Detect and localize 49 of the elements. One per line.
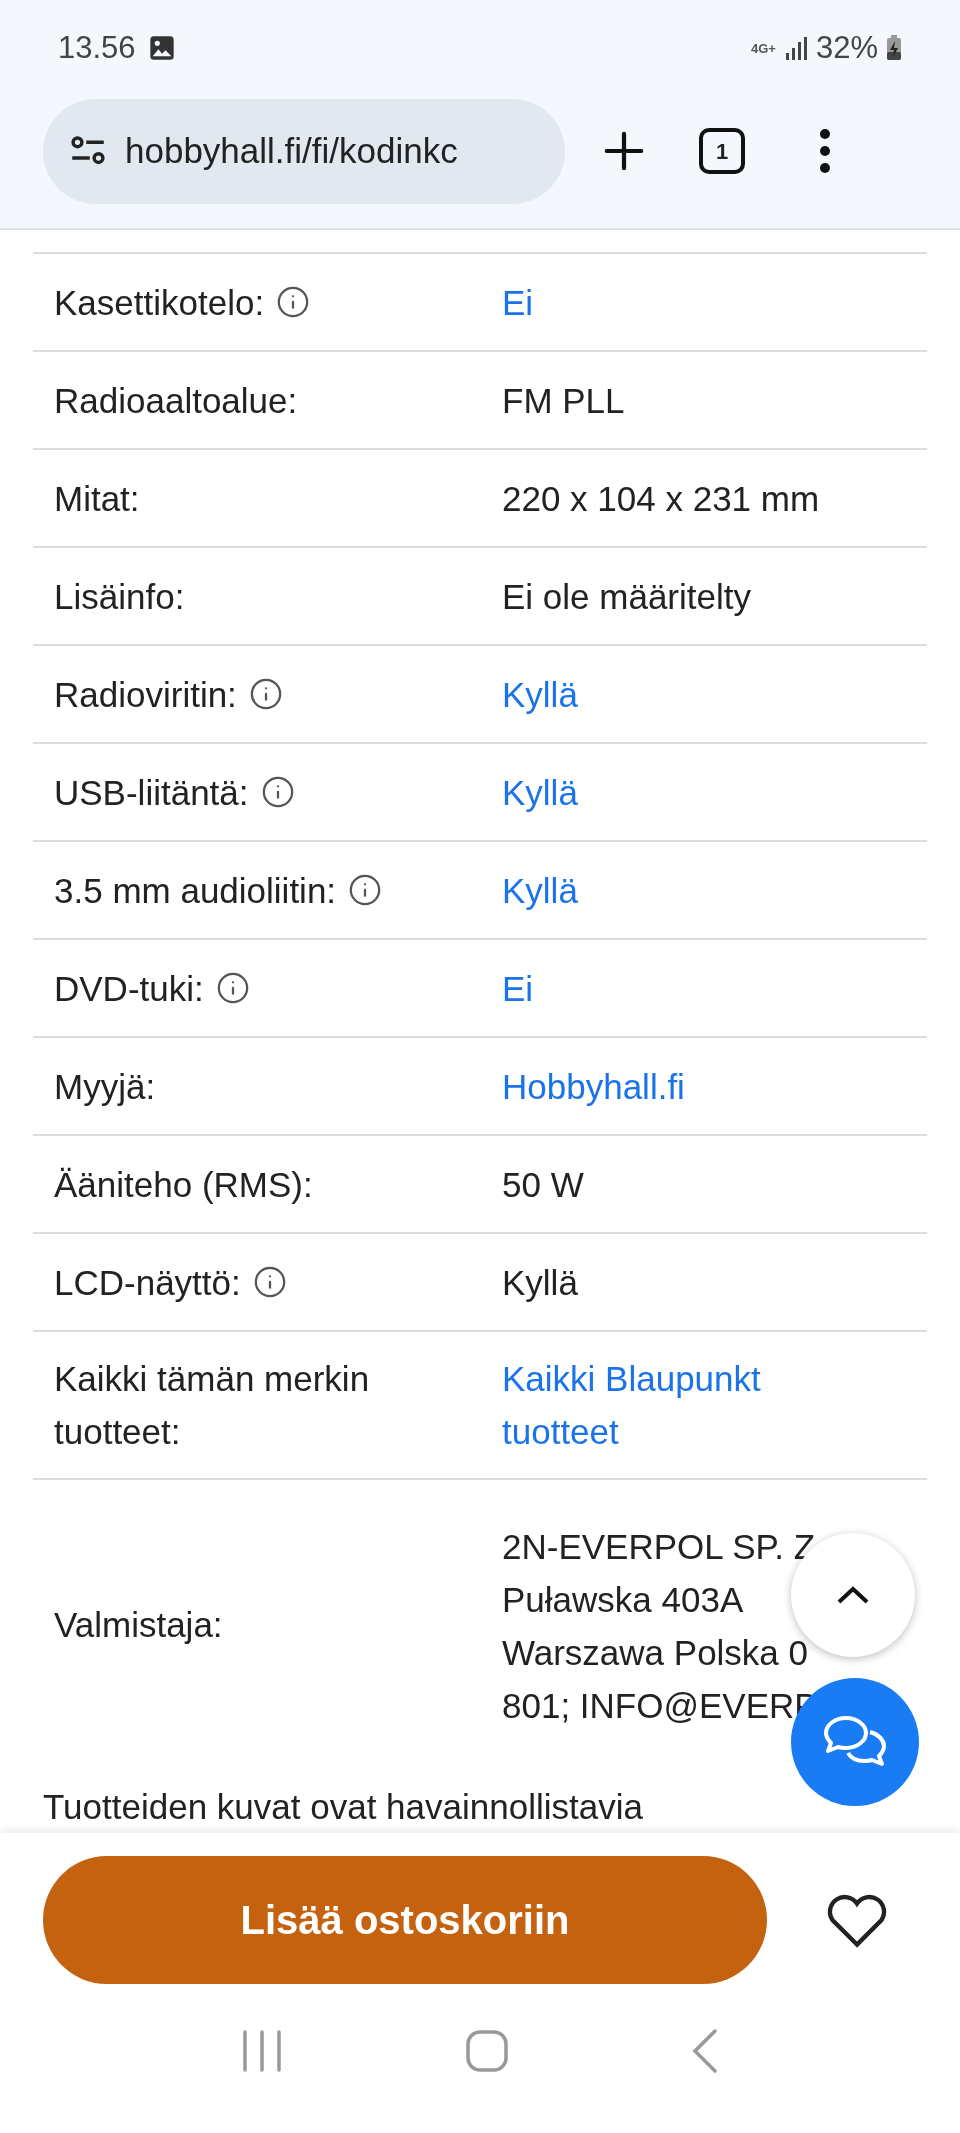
info-icon[interactable]: [348, 873, 383, 907]
info-icon[interactable]: [260, 775, 295, 809]
spec-label: USB-liitäntä:: [54, 771, 249, 814]
tab-count-button[interactable]: 1: [699, 128, 745, 174]
spec-label: Radioviritin:: [54, 673, 237, 716]
spec-value: Kyllä: [502, 1261, 579, 1304]
address-bar[interactable]: hobbyhall.fi/fi/kodinkc: [43, 98, 565, 204]
spec-label: 3.5 mm audioliitin:: [54, 869, 337, 912]
more-icon[interactable]: [817, 128, 833, 174]
spec-value-link[interactable]: Hobbyhall.fi: [502, 1059, 832, 1113]
spec-value-link[interactable]: Ei: [502, 961, 832, 1015]
battery-percent: 32%: [815, 28, 878, 67]
add-to-cart-button[interactable]: Lisää ostoskoriin: [43, 1855, 767, 1984]
spec-label: Lisäinfo:: [54, 575, 185, 618]
spec-value-link[interactable]: Kyllä: [502, 765, 832, 819]
spec-label: Radioaaltoalue:: [54, 379, 298, 422]
info-icon[interactable]: [248, 677, 283, 711]
network-label: 4G+: [751, 41, 776, 55]
recent-apps-icon[interactable]: [241, 2029, 283, 2073]
signal-icon: [783, 35, 808, 61]
spec-label: DVD-tuki:: [54, 967, 204, 1010]
manufacturer-text: Warszawa Polska 0: [502, 1631, 810, 1674]
disclaimer-text: Tuotteiden kuvat ovat havainnollistavia: [43, 1787, 643, 1826]
spec-label: Valmistaja:: [54, 1605, 223, 1645]
spec-label: Kasettikotelo:: [54, 281, 265, 324]
info-icon[interactable]: [252, 1265, 287, 1299]
url-text: hobbyhall.fi/fi/kodinkc: [125, 129, 458, 172]
spec-label: Ääniteho (RMS):: [54, 1163, 313, 1206]
battery-icon: [886, 35, 902, 61]
spec-value-link[interactable]: Kaikki Blaupunkt tuotteet: [502, 1352, 832, 1458]
spec-value-link[interactable]: Kyllä: [502, 667, 832, 721]
spec-label: LCD-näyttö:: [54, 1261, 241, 1304]
back-icon[interactable]: [691, 2028, 719, 2074]
info-icon[interactable]: [276, 285, 311, 319]
spec-value: FM PLL: [502, 379, 626, 422]
spec-value: 50 W: [502, 1163, 585, 1206]
spec-label: Mitat:: [54, 477, 140, 520]
spec-value-link[interactable]: Kyllä: [502, 863, 832, 917]
manufacturer-text: Puławska 403A: [502, 1578, 745, 1621]
image-icon: [147, 34, 176, 62]
clock-time: 13.56: [58, 28, 136, 67]
home-icon[interactable]: [465, 2029, 509, 2073]
spec-value-link[interactable]: Ei: [502, 275, 832, 329]
info-icon[interactable]: [215, 971, 250, 1005]
spec-label: Myyjä:: [54, 1065, 156, 1108]
spec-value: Ei ole määritelty: [502, 575, 752, 618]
chevron-up-icon: [836, 1585, 870, 1605]
spec-value: 220 x 104 x 231 mm: [502, 477, 821, 520]
spec-label: Kaikki tämän merkin tuotteet:: [54, 1358, 371, 1453]
